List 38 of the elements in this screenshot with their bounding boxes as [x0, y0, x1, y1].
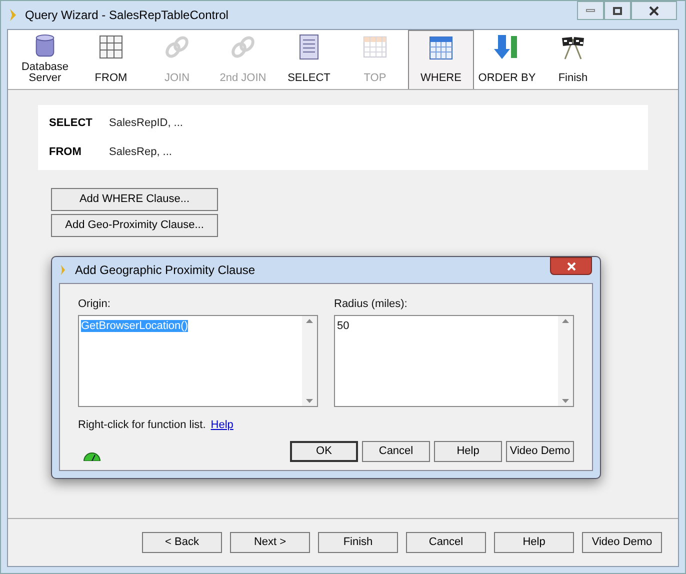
hint-text: Right-click for function list. [78, 418, 206, 432]
maximize-button[interactable] [604, 1, 631, 20]
sql-keyword: FROM [49, 144, 82, 160]
wizard-step-tab[interactable]: SELECT [276, 30, 342, 89]
footer-button[interactable]: Finish [318, 532, 398, 553]
wizard-step-tab[interactable]: FROM [78, 30, 144, 89]
dialog-button[interactable]: Help [434, 441, 502, 462]
clause-button[interactable]: Add WHERE Clause... [51, 188, 218, 211]
app-logo-icon [9, 8, 17, 22]
grid-icon [97, 33, 125, 61]
dialog-button[interactable]: Video Demo [506, 441, 574, 462]
footer-button[interactable]: Cancel [406, 532, 486, 553]
wizard-step-tab[interactable]: ORDER BY [474, 30, 540, 89]
sql-value: SalesRep, ... [109, 144, 172, 160]
wizard-step-tab[interactable]: Database Server [12, 30, 78, 89]
window-title: Query Wizard - SalesRepTableControl [25, 7, 228, 24]
calendar-icon [427, 34, 455, 62]
help-link[interactable]: Help [210, 416, 234, 433]
dialog-button[interactable]: OK [290, 441, 358, 462]
gauge-icon [83, 450, 101, 460]
sql-value: SalesRepID, ... [109, 116, 183, 131]
sql-keyword: SELECT [49, 116, 94, 131]
field-label: Radius (miles): [334, 297, 408, 312]
dialog-title: Add Geographic Proximity Clause [75, 262, 256, 279]
footer-button[interactable]: Help [494, 532, 574, 553]
field-label: Origin: [78, 297, 112, 312]
close-icon [649, 6, 659, 16]
wizard-step-tab[interactable]: WHERE [408, 30, 474, 89]
close-button[interactable] [550, 257, 592, 275]
wizard-step-tab[interactable]: Finish [540, 30, 606, 89]
footer-button[interactable]: < Back [142, 532, 222, 553]
app-logo-icon [60, 264, 66, 276]
footer-button[interactable]: Video Demo [582, 532, 662, 553]
dialog-button[interactable]: Cancel [362, 441, 430, 462]
close-button[interactable] [631, 1, 677, 20]
footer-button[interactable]: Next > [230, 532, 310, 553]
clause-button[interactable]: Add Geo-Proximity Clause... [51, 214, 218, 237]
close-icon [566, 262, 576, 270]
